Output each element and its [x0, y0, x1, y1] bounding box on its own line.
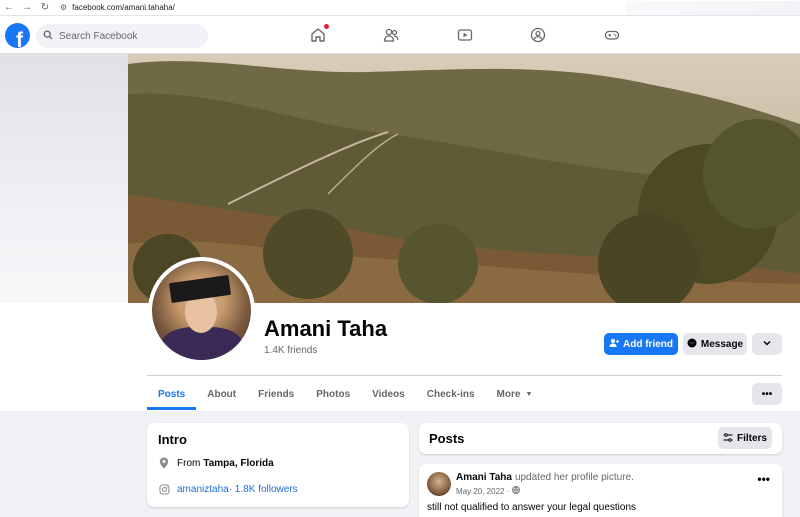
search-input[interactable]: Search Facebook — [36, 24, 208, 48]
gaming-icon[interactable] — [603, 26, 621, 44]
post-author-avatar[interactable] — [427, 472, 451, 496]
profile-name: Amani Taha — [264, 316, 388, 341]
post-header: Amani Taha updated her profile picture. — [456, 472, 634, 483]
instagram-followers: · 1.8K followers — [228, 483, 298, 495]
tab-label: Check-ins — [426, 388, 475, 400]
profile-avatar[interactable] — [148, 257, 255, 364]
cover-side-background — [0, 54, 128, 303]
groups-icon[interactable] — [529, 26, 547, 44]
forward-icon[interactable]: → — [18, 0, 36, 16]
url-text: facebook.com/amani.tahaha/ — [72, 3, 175, 12]
graduation-cap-shape — [168, 274, 232, 304]
logo-letter: f — [16, 29, 23, 48]
post-date[interactable]: May 20, 2022 · — [456, 487, 509, 496]
post-meta: May 20, 2022 · — [456, 486, 521, 496]
message-button[interactable]: Message — [683, 333, 747, 355]
filters-label: Filters — [736, 432, 767, 444]
search-placeholder: Search Facebook — [59, 30, 138, 42]
tab-label: Photos — [316, 388, 351, 400]
tab-posts[interactable]: Posts — [147, 378, 197, 410]
post-action-text: updated her profile picture. — [514, 472, 634, 483]
add-friend-button[interactable]: Add friend — [604, 333, 678, 355]
tab-photos[interactable]: Photos — [305, 378, 361, 410]
intro-card: Intro From Tampa, Florida amaniztaha · 1… — [147, 423, 409, 507]
posts-header-card: Posts Filters — [419, 423, 782, 454]
home-icon[interactable] — [309, 24, 329, 44]
facebook-logo[interactable]: f — [5, 23, 30, 48]
reload-icon[interactable]: ↻ — [36, 0, 54, 16]
tab-friends[interactable]: Friends — [247, 378, 305, 410]
profile-more-button[interactable] — [752, 333, 782, 355]
post-options-button[interactable]: ••• — [757, 472, 770, 486]
intro-instagram-row: amaniztaha · 1.8K followers — [158, 483, 298, 495]
facebook-header: f Search Facebook — [0, 16, 800, 54]
intro-title: Intro — [158, 432, 187, 447]
messenger-icon — [687, 338, 697, 350]
message-label: Message — [700, 338, 744, 350]
add-friend-label: Add friend — [623, 338, 673, 350]
notification-dot — [324, 24, 329, 29]
friends-icon[interactable] — [382, 26, 400, 44]
extensions-area — [625, 1, 800, 15]
post-author-name[interactable]: Amani Taha — [456, 472, 512, 483]
instagram-handle-link[interactable]: amaniztaha — [177, 484, 229, 495]
filters-icon — [723, 432, 733, 444]
site-info-icon[interactable]: ⚙ — [60, 3, 67, 12]
instagram-icon — [158, 483, 170, 495]
tabs-overflow-button[interactable]: ••• — [752, 383, 782, 405]
tab-check-ins[interactable]: Check-ins — [416, 378, 486, 410]
video-icon[interactable] — [456, 26, 474, 44]
tab-videos[interactable]: Videos — [361, 378, 416, 410]
intro-location-row: From Tampa, Florida — [158, 457, 274, 469]
posts-title: Posts — [429, 431, 465, 446]
tab-about[interactable]: About — [196, 378, 247, 410]
friends-count[interactable]: 1.4K friends — [264, 345, 317, 356]
post-text: still not qualified to answer your legal… — [427, 502, 637, 513]
public-globe-icon — [512, 486, 521, 496]
tab-label: Videos — [372, 388, 405, 400]
tab-more[interactable]: More ▼ — [486, 378, 544, 410]
caret-down-icon: ▼ — [525, 390, 533, 398]
address-bar[interactable]: ⚙ facebook.com/amani.tahaha/ — [60, 1, 175, 15]
tab-label: Posts — [158, 388, 186, 400]
post-card: Amani Taha updated her profile picture. M… — [419, 464, 782, 517]
tab-label: Friends — [258, 388, 295, 400]
header-divider — [147, 375, 782, 376]
filters-button[interactable]: Filters — [718, 427, 772, 449]
chevron-down-icon — [762, 338, 772, 351]
profile-tabs: Posts About Friends Photos Videos Check-… — [147, 378, 543, 410]
tab-label: About — [207, 388, 237, 400]
add-friend-icon — [609, 338, 619, 350]
location-value[interactable]: Tampa, Florida — [203, 458, 273, 469]
location-prefix: From — [177, 457, 201, 469]
browser-toolbar: ← → ↻ ⚙ facebook.com/amani.tahaha/ — [0, 0, 800, 16]
location-pin-icon — [158, 457, 170, 469]
search-icon — [43, 30, 53, 43]
back-icon[interactable]: ← — [0, 0, 18, 16]
tab-label: More — [496, 388, 521, 400]
